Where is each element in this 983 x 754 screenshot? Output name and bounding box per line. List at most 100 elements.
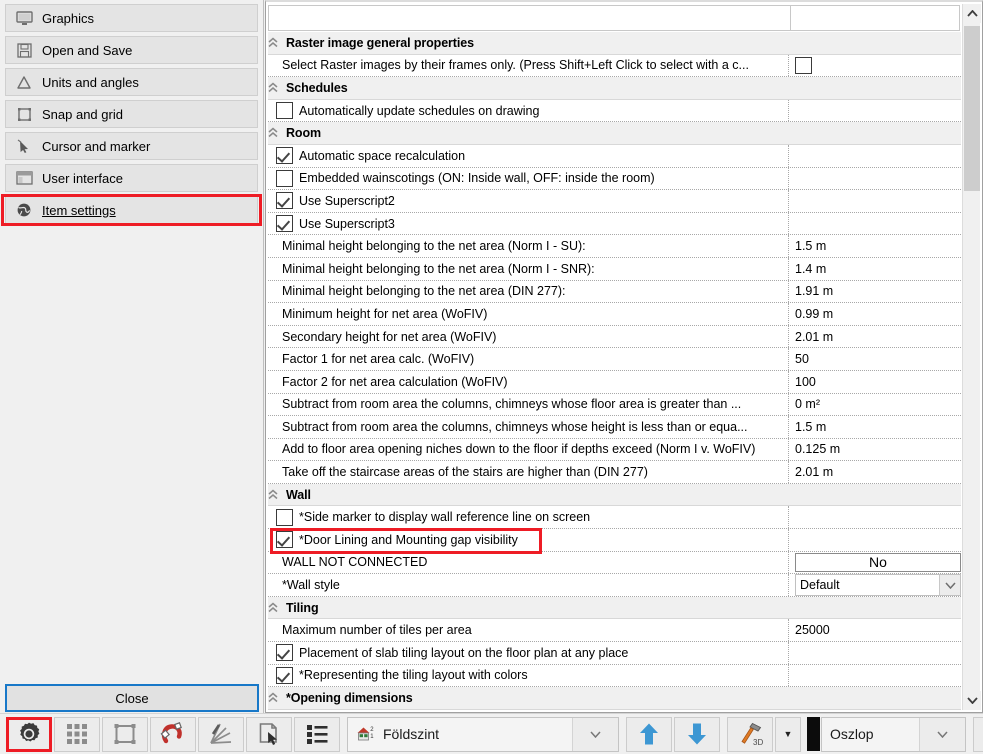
property-checkbox[interactable] bbox=[276, 531, 293, 548]
property-group-header[interactable]: Raster image general properties bbox=[268, 32, 961, 55]
hammer-3d-button[interactable]: 3D bbox=[727, 717, 773, 752]
property-value-cell[interactable] bbox=[789, 190, 961, 212]
chevron-up-icon[interactable] bbox=[268, 82, 286, 94]
property-value-cell[interactable]: 1.5 m bbox=[789, 235, 961, 257]
property-checkbox[interactable] bbox=[276, 170, 293, 187]
property-grid[interactable]: Raster image general propertiesSelect Ra… bbox=[268, 32, 961, 710]
property-row[interactable]: Embedded wainscotings (ON: Inside wall, … bbox=[268, 168, 961, 191]
property-dropdown[interactable]: Default bbox=[795, 574, 961, 596]
property-value-cell[interactable] bbox=[789, 145, 961, 167]
property-row[interactable]: Use Superscript2 bbox=[268, 190, 961, 213]
property-value-cell[interactable] bbox=[789, 529, 961, 551]
property-row[interactable]: WALL NOT CONNECTEDNo bbox=[268, 552, 961, 575]
property-row[interactable]: Placement of slab tiling layout on the f… bbox=[268, 642, 961, 665]
floor-combo[interactable]: 2 1 Földszint bbox=[347, 717, 619, 752]
settings-button[interactable] bbox=[6, 717, 52, 752]
property-value-cell[interactable]: 2.01 m bbox=[789, 326, 961, 348]
property-value-cell[interactable]: 1.5 m bbox=[789, 416, 961, 438]
property-value-cell[interactable]: 1.4 m bbox=[789, 258, 961, 280]
chevron-up-icon[interactable] bbox=[268, 37, 286, 49]
close-button[interactable]: Close bbox=[5, 684, 259, 712]
scrollbar-thumb[interactable] bbox=[964, 26, 980, 191]
list-button[interactable] bbox=[294, 717, 340, 752]
sidebar-item-graphics[interactable]: Graphics bbox=[5, 4, 258, 32]
scroll-down-button[interactable] bbox=[963, 691, 981, 710]
property-row[interactable]: Minimal height belonging to the net area… bbox=[268, 281, 961, 304]
vertical-scrollbar[interactable] bbox=[962, 4, 980, 710]
property-text-field[interactable]: No bbox=[795, 553, 961, 572]
property-row[interactable]: *Side marker to display wall reference l… bbox=[268, 506, 961, 529]
sidebar-item-open-and-save[interactable]: Open and Save bbox=[5, 36, 258, 64]
layer-combo[interactable]: Oszlop bbox=[821, 717, 966, 752]
scroll-up-button[interactable] bbox=[963, 4, 981, 23]
property-value-cell[interactable]: Default bbox=[789, 574, 961, 596]
property-row[interactable]: Select Raster images by their frames onl… bbox=[268, 55, 961, 78]
property-checkbox[interactable] bbox=[276, 192, 293, 209]
property-row[interactable]: Factor 1 for net area calc. (WoFIV)50 bbox=[268, 348, 961, 371]
property-row[interactable]: Add to floor area opening niches down to… bbox=[268, 439, 961, 462]
property-row[interactable]: Automatically update schedules on drawin… bbox=[268, 100, 961, 123]
property-row[interactable]: Minimum height for net area (WoFIV)0.99 … bbox=[268, 303, 961, 326]
property-group-header[interactable]: Wall bbox=[268, 484, 961, 507]
property-value-cell[interactable] bbox=[789, 213, 961, 235]
property-row[interactable]: Automatic space recalculation bbox=[268, 145, 961, 168]
property-value-cell[interactable] bbox=[789, 506, 961, 528]
property-checkbox[interactable] bbox=[276, 215, 293, 232]
property-value-cell[interactable]: 50 bbox=[789, 348, 961, 370]
property-row[interactable]: *Wall styleDefault bbox=[268, 574, 961, 597]
column-splitter[interactable] bbox=[790, 6, 791, 30]
property-group-header[interactable]: Schedules bbox=[268, 77, 961, 100]
sidebar-item-cursor-and-marker[interactable]: Cursor and marker bbox=[5, 132, 258, 160]
chevron-up-icon[interactable] bbox=[268, 489, 286, 501]
property-row[interactable]: Factor 2 for net area calculation (WoFIV… bbox=[268, 371, 961, 394]
layers-button[interactable] bbox=[973, 717, 983, 752]
property-row[interactable]: Minimal height belonging to the net area… bbox=[268, 235, 961, 258]
property-row[interactable]: Use Superscript3 bbox=[268, 213, 961, 236]
property-value-cell[interactable]: No bbox=[789, 552, 961, 574]
move-up-button[interactable] bbox=[626, 717, 672, 752]
property-value-cell[interactable] bbox=[789, 168, 961, 190]
sidebar-item-snap-and-grid[interactable]: Snap and grid bbox=[5, 100, 258, 128]
snap-magnet-button[interactable] bbox=[150, 717, 196, 752]
property-value-cell[interactable] bbox=[789, 100, 961, 122]
chevron-down-icon[interactable] bbox=[919, 718, 965, 751]
property-row[interactable]: *Representing the tiling layout with col… bbox=[268, 665, 961, 688]
property-row[interactable]: Take off the staircase areas of the stai… bbox=[268, 461, 961, 484]
property-checkbox[interactable] bbox=[795, 57, 812, 74]
property-row[interactable]: Secondary height for net area (WoFIV)2.0… bbox=[268, 326, 961, 349]
page-select-button[interactable] bbox=[246, 717, 292, 752]
property-row[interactable]: *Door Lining and Mounting gap visibility bbox=[268, 529, 961, 552]
selection-frame-button[interactable] bbox=[102, 717, 148, 752]
angle-snap-button[interactable] bbox=[198, 717, 244, 752]
property-checkbox[interactable] bbox=[276, 644, 293, 661]
property-checkbox[interactable] bbox=[276, 667, 293, 684]
property-value-cell[interactable]: 0.99 m bbox=[789, 303, 961, 325]
property-row[interactable]: Maximum number of tiles per area25000 bbox=[268, 619, 961, 642]
property-row[interactable]: Subtract from room area the columns, chi… bbox=[268, 394, 961, 417]
property-checkbox[interactable] bbox=[276, 147, 293, 164]
property-group-header[interactable]: *Opening dimensions bbox=[268, 687, 961, 710]
property-value-cell[interactable] bbox=[789, 642, 961, 664]
property-row[interactable]: Subtract from room area the columns, chi… bbox=[268, 416, 961, 439]
property-value-cell[interactable]: 2.01 m bbox=[789, 461, 961, 483]
grid-button[interactable] bbox=[54, 717, 100, 752]
chevron-up-icon[interactable] bbox=[268, 127, 286, 139]
property-value-cell[interactable]: 100 bbox=[789, 371, 961, 393]
property-value-cell[interactable] bbox=[789, 665, 961, 687]
sidebar-item-units-and-angles[interactable]: Units and angles bbox=[5, 68, 258, 96]
hammer-dropdown-button[interactable]: ▼ bbox=[775, 717, 801, 752]
sidebar-item-item-settings[interactable]: Item settings bbox=[5, 196, 258, 224]
chevron-up-icon[interactable] bbox=[268, 692, 286, 704]
property-value-cell[interactable]: 0.125 m bbox=[789, 439, 961, 461]
property-group-header[interactable]: Tiling bbox=[268, 597, 961, 620]
chevron-down-icon[interactable] bbox=[572, 718, 618, 751]
property-checkbox[interactable] bbox=[276, 102, 293, 119]
chevron-up-icon[interactable] bbox=[268, 602, 286, 614]
property-value-cell[interactable]: 25000 bbox=[789, 619, 961, 641]
chevron-down-icon[interactable] bbox=[939, 575, 960, 595]
property-group-header[interactable]: Room bbox=[268, 122, 961, 145]
move-down-button[interactable] bbox=[674, 717, 720, 752]
property-value-cell[interactable]: 1.91 m bbox=[789, 281, 961, 303]
property-value-cell[interactable] bbox=[789, 55, 961, 77]
property-checkbox[interactable] bbox=[276, 509, 293, 526]
